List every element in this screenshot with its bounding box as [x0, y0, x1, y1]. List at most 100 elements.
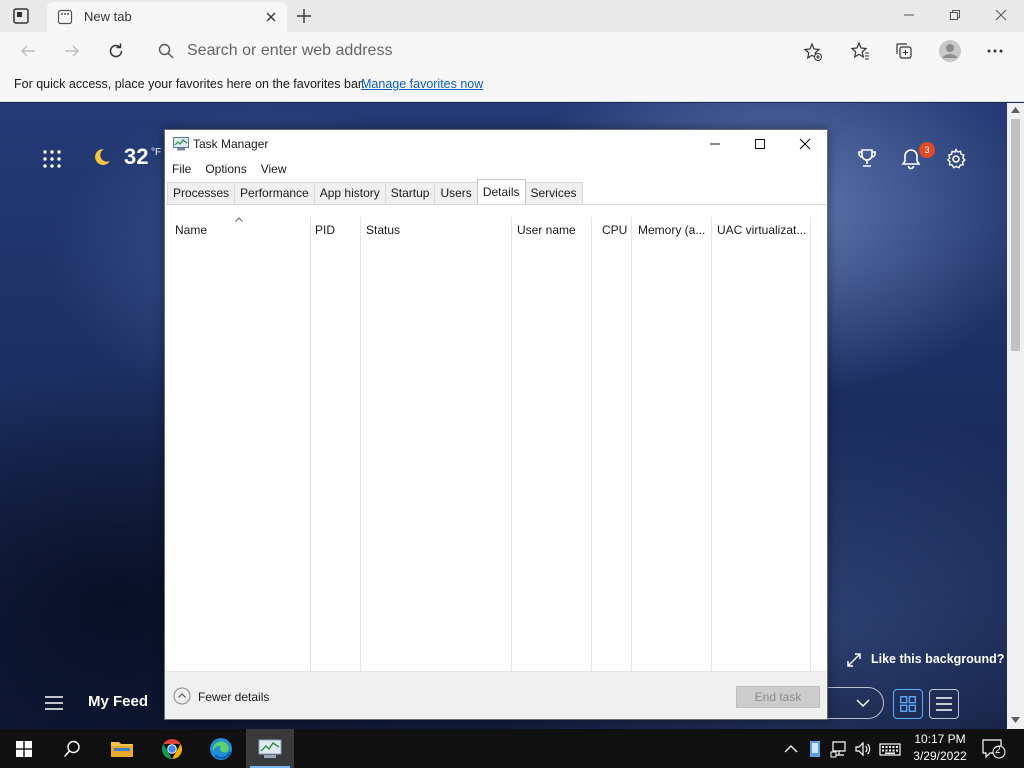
settings-more-button[interactable] — [985, 41, 1005, 61]
column-header-uac[interactable]: UAC virtualizat... — [717, 223, 806, 237]
column-header-pid[interactable]: PID — [315, 223, 335, 237]
taskbar-edge[interactable] — [197, 729, 245, 768]
tab-services[interactable]: Services — [524, 182, 583, 205]
start-button[interactable] — [0, 729, 48, 768]
windows-logo-icon — [16, 740, 32, 757]
refresh-button[interactable] — [106, 41, 126, 61]
details-table: Name PID Status User name CPU Memory (a.… — [165, 217, 827, 672]
tab-performance[interactable]: Performance — [234, 182, 315, 205]
task-manager-titlebar[interactable]: Task Manager — [165, 130, 827, 158]
column-header-name[interactable]: Name — [175, 223, 207, 237]
windows-taskbar: 10:17 PM 3/29/2022 2 — [0, 729, 1024, 768]
volume-icon[interactable] — [854, 740, 872, 758]
column-header-memory[interactable]: Memory (a... — [638, 223, 705, 237]
notification-count: 2 — [995, 745, 1001, 756]
close-tab-icon[interactable] — [263, 9, 279, 25]
taskbar-file-explorer[interactable] — [98, 729, 146, 768]
folder-icon — [111, 741, 133, 757]
search-icon — [63, 740, 80, 757]
manage-favorites-link[interactable]: Manage favorites now — [361, 77, 483, 91]
collections-button[interactable] — [894, 41, 914, 61]
menu-view[interactable]: View — [254, 160, 294, 180]
column-header-user-name[interactable]: User name — [517, 223, 576, 237]
scrollbar-thumb[interactable] — [1011, 119, 1020, 351]
task-manager-footer: Fewer details End task — [165, 671, 827, 719]
menu-file[interactable]: File — [165, 160, 198, 180]
my-feed-label[interactable]: My Feed — [88, 693, 148, 710]
add-favorite-star-icon[interactable] — [803, 42, 823, 62]
clock-date[interactable]: 3/29/2022 — [910, 749, 970, 763]
back-arrow-icon — [20, 45, 35, 57]
forward-button[interactable] — [62, 41, 82, 61]
hamburger-menu-icon[interactable] — [44, 695, 64, 711]
task-manager-menubar: File Options View — [165, 160, 294, 180]
address-input[interactable] — [187, 40, 747, 62]
fewer-details-link[interactable]: Fewer details — [198, 690, 269, 704]
tab-processes[interactable]: Processes — [167, 182, 236, 205]
grid-icon — [900, 696, 916, 712]
taskbar-search-button[interactable] — [48, 729, 96, 768]
column-uac-virtualization[interactable]: UAC virtualizat... — [712, 217, 811, 672]
back-button[interactable] — [18, 41, 38, 61]
restore-icon — [950, 10, 960, 20]
browser-restore-button[interactable] — [932, 0, 978, 30]
keyboard-icon[interactable] — [879, 740, 901, 758]
column-header-status[interactable]: Status — [366, 223, 400, 237]
task-manager-minimize-button[interactable] — [692, 130, 738, 158]
rewards-trophy-icon[interactable] — [857, 148, 877, 168]
like-background-link[interactable]: Like this background? — [871, 652, 1004, 666]
column-user-name[interactable]: User name — [512, 217, 592, 672]
tab-app-history[interactable]: App history — [313, 182, 386, 205]
browser-close-button[interactable] — [978, 0, 1024, 30]
clock-time[interactable]: 10:17 PM — [912, 732, 968, 746]
refresh-icon — [109, 43, 123, 58]
chevron-down-icon — [856, 699, 870, 708]
task-manager-maximize-button[interactable] — [737, 130, 783, 158]
favorites-button[interactable] — [850, 41, 870, 61]
address-bar[interactable] — [145, 37, 835, 65]
tray-app-icon[interactable] — [806, 740, 824, 758]
weather-temperature[interactable]: 32 — [124, 144, 148, 170]
column-header-cpu[interactable]: CPU — [602, 223, 627, 237]
avatar-icon — [939, 40, 961, 62]
task-manager-app-icon — [173, 137, 189, 151]
scroll-down-icon[interactable] — [1011, 716, 1020, 724]
chevron-up-circle-icon[interactable] — [173, 687, 191, 705]
column-name[interactable]: Name — [165, 217, 311, 672]
collections-icon — [896, 43, 912, 59]
tab-details[interactable]: Details — [476, 179, 526, 204]
page-settings-gear-icon[interactable] — [945, 148, 967, 170]
menu-options[interactable]: Options — [198, 160, 253, 180]
expand-arrows-icon[interactable] — [846, 652, 862, 668]
profile-button[interactable] — [938, 39, 962, 63]
column-memory[interactable]: Memory (a... — [632, 217, 712, 672]
new-tab-plus-icon[interactable] — [294, 6, 314, 26]
end-task-button[interactable]: End task — [736, 686, 820, 708]
content-visibility-dropdown[interactable] — [828, 687, 884, 719]
page-scrollbar[interactable] — [1007, 103, 1024, 729]
forward-arrow-icon — [65, 45, 80, 57]
chrome-icon — [162, 738, 182, 759]
tab-actions-icon[interactable] — [12, 7, 30, 25]
network-icon[interactable] — [830, 740, 848, 758]
column-pid[interactable]: PID — [311, 217, 361, 672]
action-center-button[interactable]: 2 — [982, 739, 1006, 759]
column-status[interactable]: Status — [361, 217, 512, 672]
tab-startup[interactable]: Startup — [384, 182, 436, 205]
taskbar-chrome[interactable] — [148, 729, 196, 768]
browser-toolbar — [0, 32, 1024, 70]
taskbar-task-manager[interactable] — [246, 729, 294, 768]
app-launcher-icon[interactable] — [42, 149, 62, 169]
browser-minimize-button[interactable] — [886, 0, 932, 30]
list-layout-button[interactable] — [929, 689, 959, 719]
tab-users[interactable]: Users — [434, 182, 478, 205]
task-manager-close-button[interactable] — [782, 130, 828, 158]
show-hidden-icons-chevron-icon[interactable] — [782, 740, 800, 758]
task-manager-icon — [258, 739, 282, 758]
minimize-icon — [710, 143, 720, 145]
moon-weather-icon — [95, 148, 110, 165]
grid-layout-button[interactable] — [893, 689, 923, 719]
tab-new-tab[interactable]: New tab — [47, 2, 287, 32]
scroll-up-icon[interactable] — [1011, 106, 1020, 114]
column-cpu[interactable]: CPU — [592, 217, 632, 672]
